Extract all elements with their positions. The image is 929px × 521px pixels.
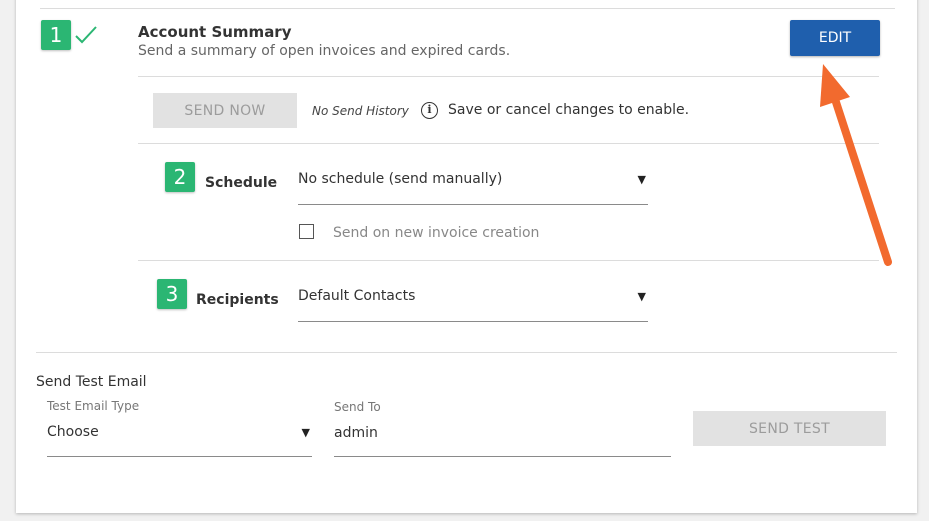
recipients-select-value: Default Contacts: [298, 288, 416, 304]
send-test-button[interactable]: SEND TEST: [693, 411, 886, 446]
divider: [36, 352, 897, 353]
schedule-select-value: No schedule (send manually): [298, 171, 503, 187]
test-email-type-value: Choose: [47, 424, 99, 440]
step-badge-3: 3: [157, 279, 187, 309]
check-icon: [75, 26, 97, 44]
account-summary-card: 1 Account Summary Send a summary of open…: [16, 0, 917, 513]
divider: [138, 260, 879, 261]
send-to-label: Send To: [334, 400, 381, 414]
top-divider: [40, 8, 895, 9]
edit-button[interactable]: EDIT: [790, 20, 880, 56]
divider: [138, 143, 879, 144]
send-to-value: admin: [334, 425, 378, 441]
step-badge-2: 2: [165, 162, 195, 192]
test-email-heading: Send Test Email: [36, 374, 147, 390]
schedule-select[interactable]: No schedule (send manually) ▼: [298, 170, 648, 205]
test-email-type-select[interactable]: Choose ▼: [47, 422, 312, 457]
schedule-label: Schedule: [205, 175, 278, 191]
caret-down-icon: ▼: [637, 290, 646, 303]
info-icon: i: [421, 102, 438, 119]
new-invoice-checkbox[interactable]: [299, 224, 314, 239]
test-email-type-label: Test Email Type: [47, 399, 140, 413]
section-title: Account Summary: [138, 23, 292, 41]
info-text: Save or cancel changes to enable.: [448, 102, 690, 118]
recipients-select[interactable]: Default Contacts ▼: [298, 287, 648, 322]
step-badge-1: 1: [41, 20, 71, 50]
recipients-label: Recipients: [196, 292, 279, 308]
caret-down-icon: ▼: [637, 173, 646, 186]
caret-down-icon: ▼: [301, 426, 310, 439]
divider: [138, 76, 879, 77]
send-history-text: No Send History: [312, 104, 409, 118]
send-now-button[interactable]: SEND NOW: [153, 93, 297, 128]
section-subtitle: Send a summary of open invoices and expi…: [138, 43, 511, 59]
send-to-input[interactable]: admin: [334, 423, 671, 457]
new-invoice-checkbox-label: Send on new invoice creation: [333, 225, 540, 241]
